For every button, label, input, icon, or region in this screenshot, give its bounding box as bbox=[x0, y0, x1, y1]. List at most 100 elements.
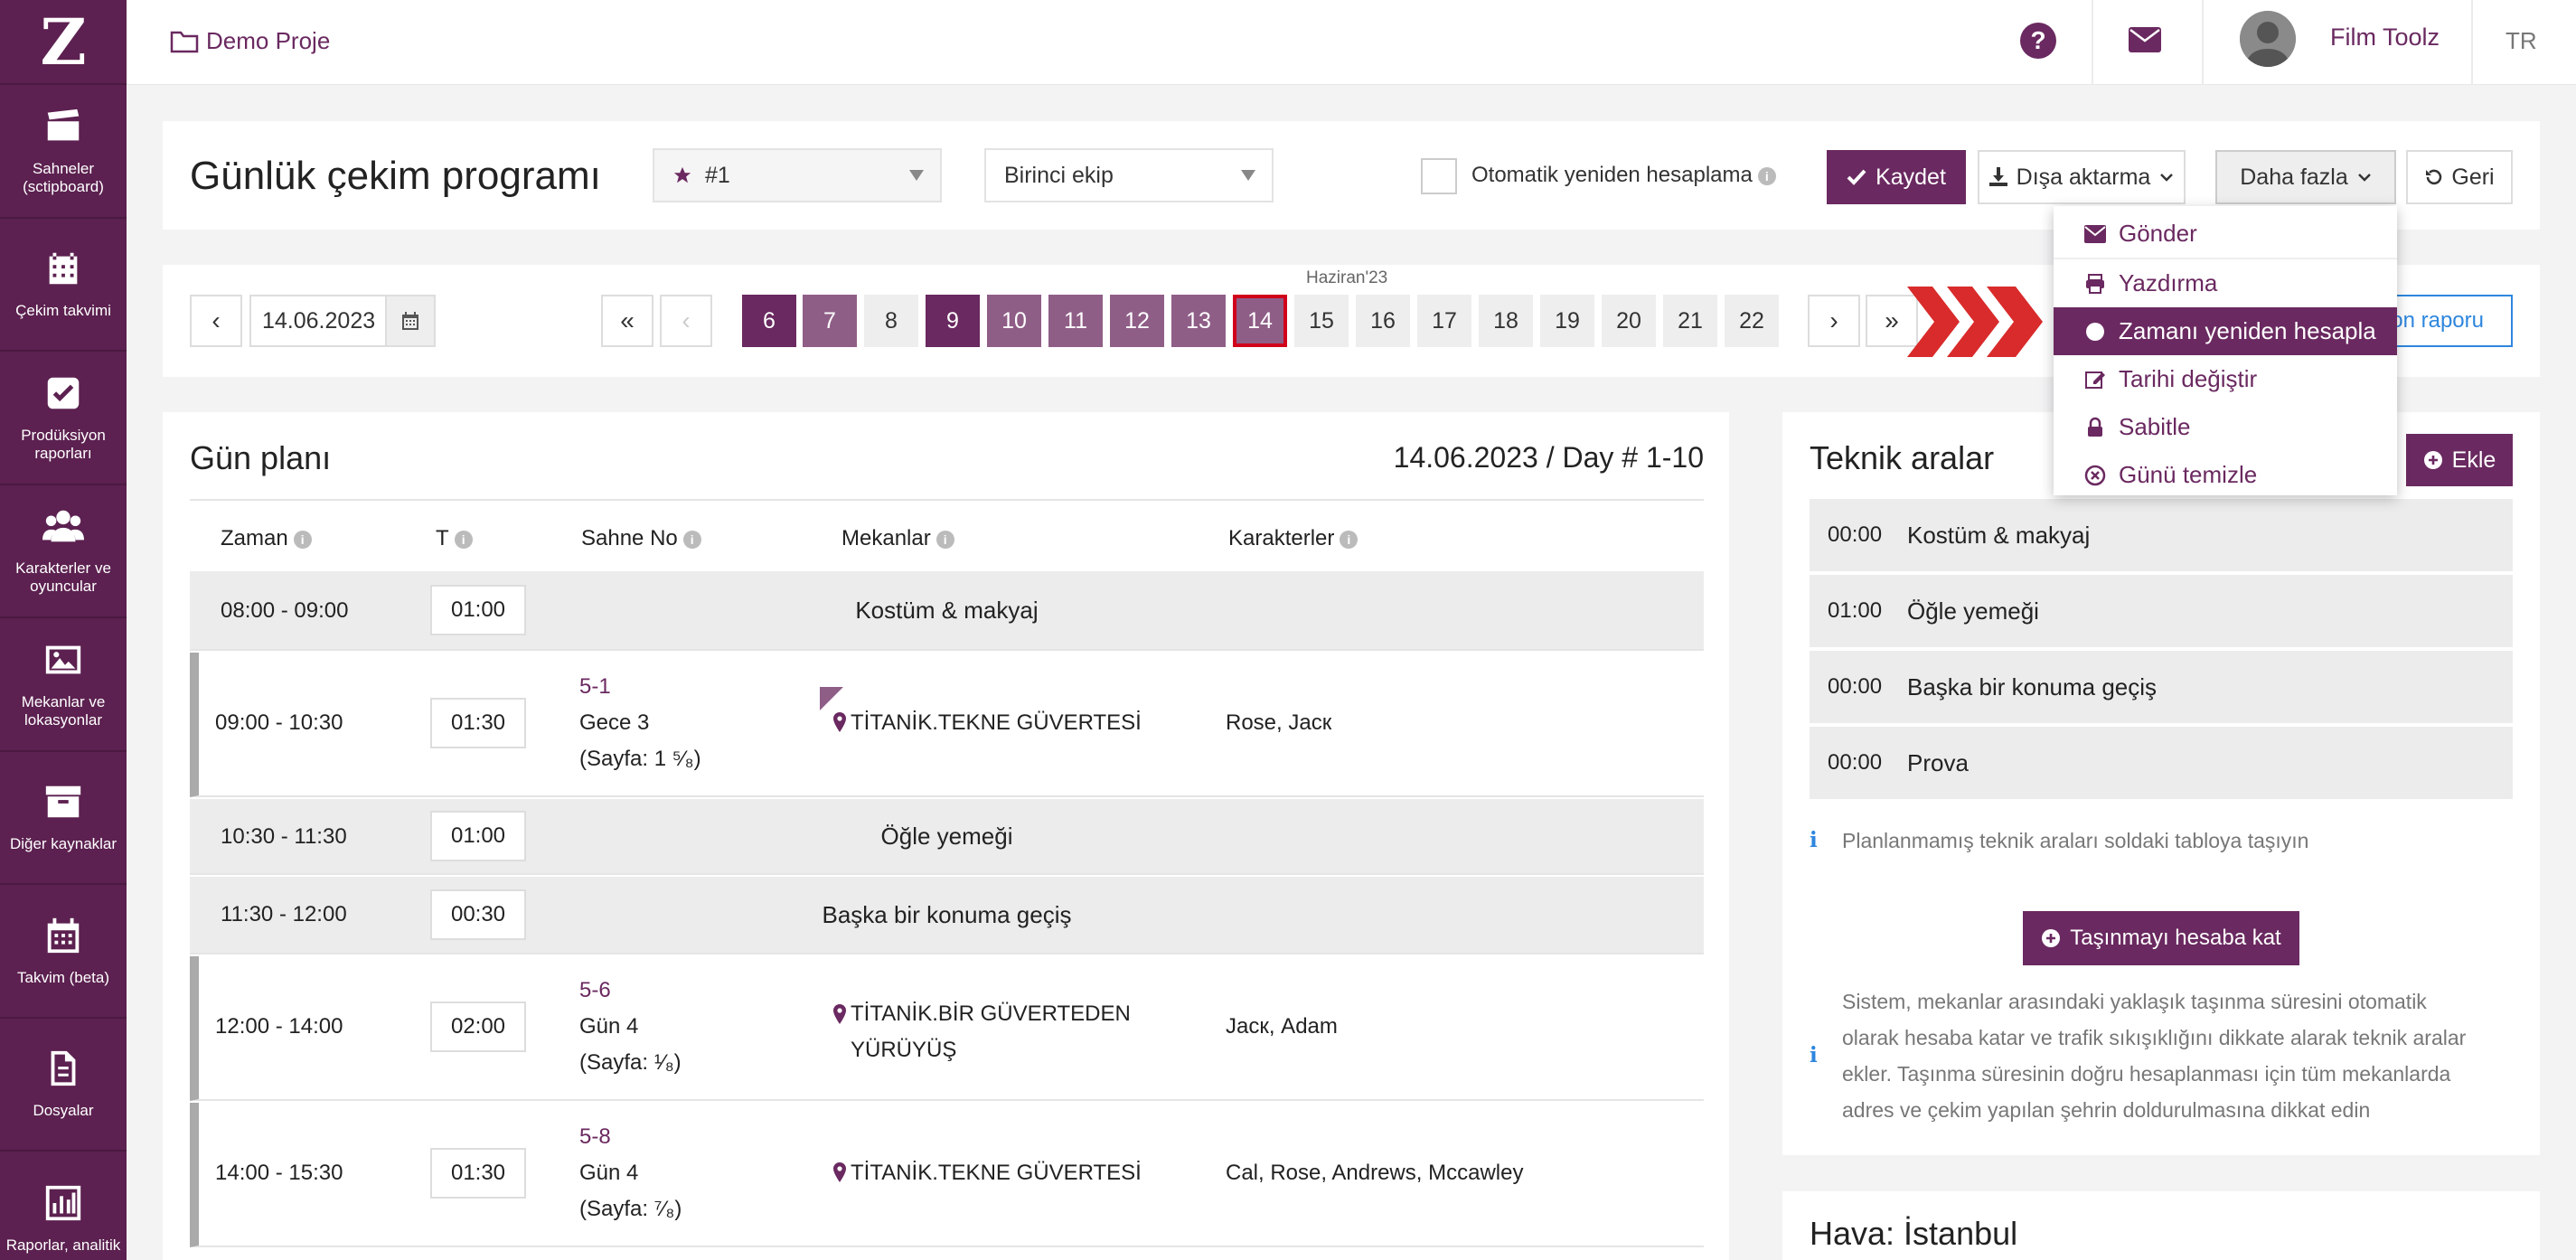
scene-desc: Gece 3 bbox=[579, 710, 650, 735]
sidebar-item-shooting-schedule[interactable]: Çekim takvimi bbox=[0, 219, 127, 352]
project-name: Demo Proje bbox=[206, 27, 331, 54]
break-label: Öğle yemeği bbox=[880, 823, 1013, 850]
day-cell[interactable]: 15 bbox=[1294, 295, 1349, 347]
day-cell[interactable]: 11 bbox=[1048, 295, 1103, 347]
day-select[interactable]: #1 bbox=[653, 148, 942, 202]
chevron-down-icon bbox=[2160, 174, 2174, 182]
export-label: Dışa aktarma bbox=[2016, 164, 2151, 190]
menu-item-print[interactable]: Yazdırma bbox=[2054, 259, 2397, 307]
scene-desc: Gün 4 bbox=[579, 1014, 639, 1039]
day-cell[interactable]: 13 bbox=[1171, 295, 1226, 347]
day-number: 7 bbox=[823, 307, 836, 334]
sidebar-item-production-reports[interactable]: Prodüksiyon raporları bbox=[0, 352, 127, 485]
table-row-break[interactable]: 11:30 - 12:00 00:30 Başka bir konuma geç… bbox=[190, 877, 1704, 954]
info-line: adres ve çekim yapılan şehrin doldurulma… bbox=[1842, 1098, 2371, 1122]
duration-input[interactable]: 01:30 bbox=[430, 698, 526, 748]
table-row-break[interactable]: 08:00 - 09:00 01:00 Kostüm & makyaj bbox=[190, 571, 1704, 651]
sidebar-item-calendar-beta[interactable]: Takvim (beta) bbox=[0, 885, 127, 1019]
table-row-scene[interactable]: 14:00 - 15:30 01:30 5-8 Gün 4 (Sayfa: ⁷⁄… bbox=[190, 1103, 1704, 1247]
day-cell[interactable]: 18 bbox=[1479, 295, 1533, 347]
sidebar-item-reports[interactable]: Raporlar, analitik bbox=[0, 1152, 127, 1260]
scene-number[interactable]: 5-8 bbox=[579, 1124, 611, 1150]
chevron-down-icon bbox=[2357, 174, 2371, 182]
calendar-icon[interactable] bbox=[385, 295, 436, 347]
user-name[interactable]: Film Toolz bbox=[2330, 24, 2440, 52]
day-cell[interactable]: 16 bbox=[1356, 295, 1410, 347]
location-link[interactable]: TİTANİK.TEKNE GÜVERTESİ bbox=[832, 710, 1142, 736]
day-cell[interactable]: 10 bbox=[987, 295, 1041, 347]
menu-item-pin[interactable]: Sabitle bbox=[2054, 403, 2397, 451]
mail-icon bbox=[2084, 224, 2106, 243]
sidebar-item-other-resources[interactable]: Diğer kaynaklar bbox=[0, 752, 127, 885]
app-logo[interactable]: Z bbox=[0, 0, 127, 85]
last-glyph: » bbox=[1885, 306, 1899, 334]
project-link[interactable]: Demo Proje bbox=[170, 27, 330, 55]
add-button[interactable]: Ekle bbox=[2406, 434, 2513, 486]
day-number: 11 bbox=[1064, 307, 1087, 334]
tech-break-item[interactable]: 01:00 Öğle yemeği bbox=[1810, 575, 2513, 649]
column-header-scene: Sahne No i bbox=[581, 526, 701, 551]
menu-item-recalculate-time[interactable]: Zamanı yeniden hesapla bbox=[2054, 307, 2397, 355]
info-icon: i bbox=[1757, 166, 1776, 185]
info-line: Sistem, mekanlar arasındaki yaklaşık taş… bbox=[1842, 990, 2427, 1013]
day-cell-selected[interactable]: 14 bbox=[1233, 295, 1287, 347]
auto-recalc-checkbox[interactable] bbox=[1421, 158, 1457, 194]
location-link[interactable]: TİTANİK.TEKNE GÜVERTESİ bbox=[832, 1161, 1142, 1186]
sidebar-item-characters[interactable]: Karakterler ve oyuncular bbox=[0, 485, 127, 618]
help-icon[interactable]: ? bbox=[2020, 23, 2056, 59]
bar-chart-icon bbox=[45, 1185, 81, 1220]
location-link[interactable]: TİTANİK.BİR GÜVERTEDEN YÜRÜYÜŞ bbox=[832, 996, 1158, 1068]
chevron-down-icon bbox=[909, 170, 924, 181]
day-cell[interactable]: 17 bbox=[1417, 295, 1471, 347]
back-button[interactable]: Geri bbox=[2406, 150, 2513, 204]
table-row-scene[interactable]: 12:00 - 14:00 02:00 5-6 Gün 4 (Sayfa: ¹⁄… bbox=[190, 956, 1704, 1101]
account-transport-button[interactable]: Taşınmayı hesaba kat bbox=[2023, 911, 2299, 965]
weather-panel: Hava: İstanbul bbox=[1782, 1191, 2540, 1260]
divider bbox=[2471, 0, 2473, 85]
mail-icon[interactable] bbox=[2129, 27, 2161, 57]
scene-number[interactable]: 5-6 bbox=[579, 978, 611, 1003]
sidebar-item-files[interactable]: Dosyalar bbox=[0, 1019, 127, 1152]
day-cell[interactable]: 9 bbox=[926, 295, 980, 347]
day-cell[interactable]: 19 bbox=[1540, 295, 1594, 347]
sidebar-item-locations[interactable]: Mekanlar ve lokasyonlar bbox=[0, 618, 127, 752]
save-button[interactable]: Kaydet bbox=[1827, 150, 1966, 204]
sidebar: Z Sahneler (sctipboard) Çekim takvimi Pr… bbox=[0, 0, 127, 1260]
menu-item-send[interactable]: Gönder bbox=[2054, 210, 2397, 258]
first-page-button[interactable]: « bbox=[601, 295, 653, 347]
table-row-break[interactable]: 10:30 - 11:30 01:00 Öğle yemeği bbox=[190, 799, 1704, 875]
prev-page-button[interactable]: ‹ bbox=[660, 295, 712, 347]
tech-break-item[interactable]: 00:00 Prova bbox=[1810, 727, 2513, 801]
transport-info: i Sistem, mekanlar arasındaki yaklaşık t… bbox=[1810, 983, 2466, 1128]
red-arrows-icon bbox=[1907, 287, 2043, 357]
menu-item-change-date[interactable]: Tarihi değiştir bbox=[2054, 355, 2397, 403]
day-cell[interactable]: 6 bbox=[742, 295, 796, 347]
day-cell[interactable]: 12 bbox=[1110, 295, 1164, 347]
next-page-button[interactable]: › bbox=[1808, 295, 1860, 347]
prev-date-button[interactable]: ‹ bbox=[190, 295, 242, 347]
tech-break-item[interactable]: 00:00 Kostüm & makyaj bbox=[1810, 499, 2513, 573]
day-cell[interactable]: 21 bbox=[1663, 295, 1717, 347]
menu-item-clear-day[interactable]: Günü temizle bbox=[2054, 451, 2397, 499]
sidebar-item-scenes[interactable]: Sahneler (sctipboard) bbox=[0, 85, 127, 219]
scene-number[interactable]: 5-1 bbox=[579, 674, 611, 700]
day-cell[interactable]: 20 bbox=[1602, 295, 1656, 347]
avatar[interactable] bbox=[2240, 11, 2296, 67]
divider bbox=[190, 499, 1704, 501]
day-cell[interactable]: 22 bbox=[1725, 295, 1779, 347]
duration-input[interactable]: 01:30 bbox=[430, 1148, 526, 1199]
language-switch[interactable]: TR bbox=[2505, 27, 2537, 55]
day-plan-panel: Gün planı 14.06.2023 / Day # 1-10 Zaman i… bbox=[163, 412, 1729, 1260]
table-row-scene[interactable]: 09:00 - 10:30 01:30 5-1 Gece 3 (Sayfa: 1… bbox=[190, 653, 1704, 797]
day-cell[interactable]: 7 bbox=[803, 295, 857, 347]
day-cell[interactable]: 8 bbox=[864, 295, 918, 347]
export-button[interactable]: Dışa aktarma bbox=[1978, 150, 2186, 204]
chevron-down-icon bbox=[1241, 170, 1255, 181]
day-number: 15 bbox=[1309, 307, 1334, 334]
duration-input[interactable]: 02:00 bbox=[430, 1001, 526, 1052]
more-button[interactable]: Daha fazla bbox=[2215, 150, 2396, 204]
menu-item-label: Sabitle bbox=[2119, 413, 2191, 440]
crew-select[interactable]: Birinci ekip bbox=[984, 148, 1274, 202]
tech-break-item[interactable]: 00:00 Başka bir konuma geçiş bbox=[1810, 651, 2513, 725]
next-glyph: › bbox=[1829, 306, 1838, 334]
